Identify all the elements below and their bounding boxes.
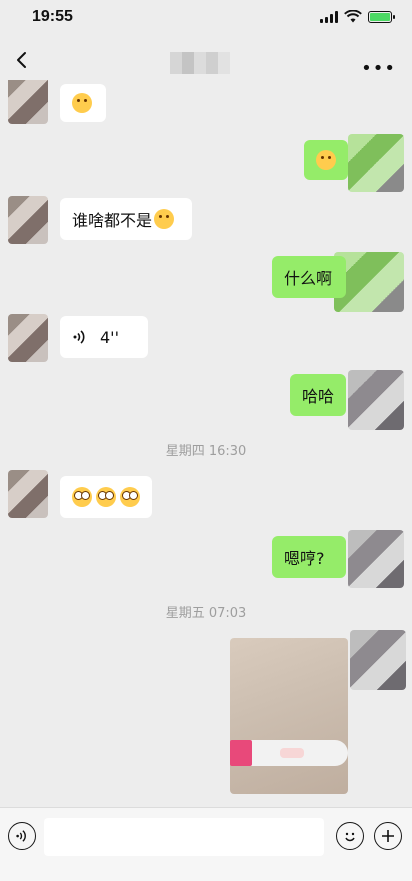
photo-test-cap [230,740,252,766]
status-time: 19:55 [32,8,73,25]
emoji-icon [316,150,336,170]
emoji-button[interactable] [336,822,364,850]
avatar[interactable] [350,630,406,690]
more-icon[interactable]: ••• [361,58,396,79]
chat-title [170,52,230,74]
voice-icon [16,830,26,842]
avatar[interactable] [8,314,48,362]
signal-icon [320,10,338,23]
message-bubble-received[interactable] [60,84,106,122]
timestamp: 星期四 16:30 [165,444,247,459]
wifi-icon [344,10,362,23]
timestamp: 星期五 07:03 [165,606,247,621]
message-input[interactable] [44,818,324,856]
voice-input-button[interactable] [8,822,36,850]
emoji-icon [72,93,92,113]
chevron-left-icon[interactable] [10,48,34,72]
sent-photo[interactable] [230,638,348,794]
avatar[interactable] [348,370,404,430]
avatar[interactable] [348,134,404,192]
voice-icon [73,330,85,344]
message-bubble-sent[interactable] [304,140,348,180]
avatar[interactable] [8,470,48,518]
avatar[interactable] [348,530,404,588]
plus-button[interactable] [374,822,402,850]
message-bubble-received[interactable] [60,476,152,518]
message-bubble-sent[interactable]: 嗯哼? [272,536,346,578]
avatar[interactable] [8,80,48,124]
input-bar [0,807,412,881]
photo-test-window [280,748,304,758]
nav-bar: ••• [0,36,412,86]
status-bar: 19:55 [0,0,412,36]
chat-area: 谁啥都不是 什么啊 4'' 哈哈 星期四 16:30 嗯哼? 星期五 07:03 [0,80,412,807]
emoji-icon [72,487,92,507]
voice-message-bubble[interactable]: 4'' [60,316,148,358]
emoji-icon [120,487,140,507]
avatar[interactable] [8,196,48,244]
emoji-icon [345,832,355,842]
emoji-icon [154,209,175,229]
plus-icon [382,830,394,842]
emoji-icon [96,487,116,507]
message-bubble-received[interactable]: 谁啥都不是 [60,198,192,240]
message-bubble-sent[interactable]: 什么啊 [272,256,346,298]
status-icons [320,10,395,23]
battery-icon [368,10,395,23]
message-bubble-sent[interactable]: 哈哈 [290,374,346,416]
